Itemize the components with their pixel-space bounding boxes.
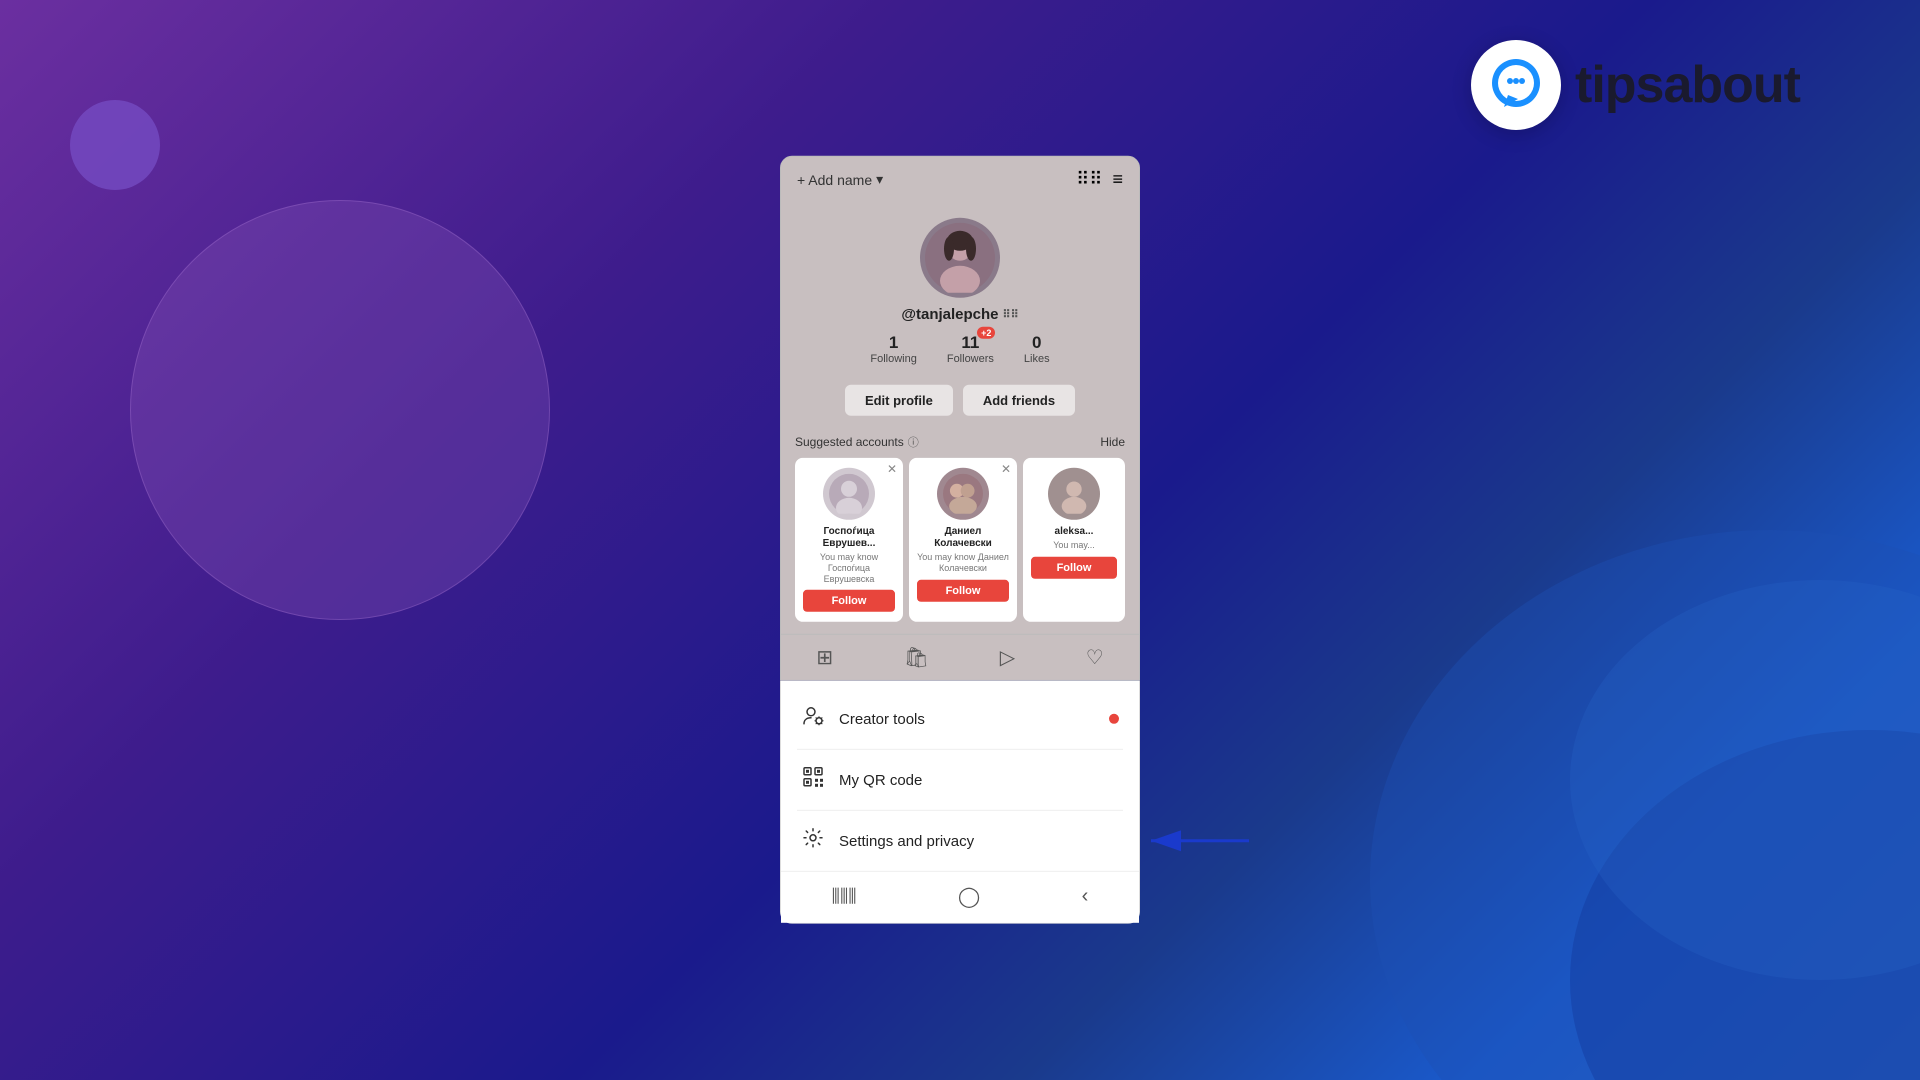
video-nav-icon[interactable]: ▷ xyxy=(1000,645,1015,670)
grid-nav-icon[interactable]: ⊞ xyxy=(816,645,833,670)
edit-profile-button[interactable]: Edit profile xyxy=(845,385,953,416)
brand-name: tipsabout xyxy=(1575,55,1800,115)
profile-bottom-nav: ⊞ 🛍 ▷ ♡ xyxy=(781,634,1139,680)
suggested-cards-container: ✕ Госпоѓица Еврушев... You may know Госп… xyxy=(781,458,1139,634)
suggestion-sub-1: You may know Госпоѓица Еврушевска xyxy=(803,552,895,584)
creator-tools-menu-item[interactable]: Creator tools xyxy=(781,689,1139,749)
username-text: @tanjalepche xyxy=(901,306,998,323)
default-avatar-icon xyxy=(829,474,869,514)
suggestion-name-1: Госпоѓица Еврушев... xyxy=(803,526,895,550)
my-qr-code-menu-item[interactable]: My QR code xyxy=(781,750,1139,810)
hide-suggested-button[interactable]: Hide xyxy=(1100,435,1125,449)
phone-mockup: + Add name ▾ ⠿⠿ ≡ xyxy=(780,156,1140,924)
profile-action-buttons: Edit profile Add friends xyxy=(845,385,1075,416)
shop-nav-icon[interactable]: 🛍 xyxy=(904,645,929,670)
top-icon-group: ⠿⠿ ≡ xyxy=(1076,169,1123,190)
stat-following: 1 Following xyxy=(870,333,916,365)
suggestion-name-3: aleksa... xyxy=(1055,526,1094,538)
close-card-2-button[interactable]: ✕ xyxy=(1001,462,1011,476)
qr-squares-icon xyxy=(801,766,825,794)
following-label: Following xyxy=(870,353,916,365)
suggestion-avatar-1 xyxy=(823,468,875,520)
settings-privacy-menu-item[interactable]: Settings and privacy xyxy=(781,811,1139,871)
android-back-icon[interactable]: ‹ xyxy=(1082,885,1089,908)
followers-count: 11 +2 xyxy=(961,333,979,353)
qr-indicator: ⠿⠿ xyxy=(1003,308,1019,321)
couple-avatar-icon xyxy=(943,474,983,514)
followers-badge: +2 xyxy=(977,327,995,339)
logo-icon-circle xyxy=(1471,40,1561,130)
stats-row: 1 Following 11 +2 Followers 0 Likes xyxy=(870,333,1049,365)
android-nav-bar: ⫼⫼⫼ ◯ ‹ xyxy=(781,871,1139,923)
gear-icon xyxy=(801,827,825,855)
creator-tools-label: Creator tools xyxy=(839,711,925,728)
settings-privacy-label: Settings and privacy xyxy=(839,833,974,850)
android-home-icon[interactable]: ◯ xyxy=(958,884,980,909)
likes-count: 0 xyxy=(1032,333,1041,353)
top-bar: + Add name ▾ ⠿⠿ ≡ xyxy=(781,157,1139,202)
stat-likes: 0 Likes xyxy=(1024,333,1050,365)
stat-followers[interactable]: 11 +2 Followers xyxy=(947,333,994,365)
qr-code-icon[interactable]: ⠿⠿ xyxy=(1076,169,1102,190)
my-qr-code-label: My QR code xyxy=(839,772,922,789)
suggestion-avatar-2 xyxy=(937,468,989,520)
follow-button-3[interactable]: Follow xyxy=(1031,557,1117,579)
follow-button-2[interactable]: Follow xyxy=(917,579,1009,601)
suggestion-sub-3: You may... xyxy=(1053,540,1095,551)
heart-nav-icon[interactable]: ♡ xyxy=(1086,645,1104,670)
chevron-down-icon: ▾ xyxy=(876,171,883,188)
menu-drawer: Creator tools My QR code xyxy=(780,681,1140,924)
suggestion-card-2: ✕ Даниел Колачевски You may know Даниел … xyxy=(909,458,1017,622)
decorative-circle-large xyxy=(130,200,550,620)
avatar xyxy=(920,218,1000,298)
username-display: @tanjalepche ⠿⠿ xyxy=(901,306,1018,323)
hamburger-menu-icon[interactable]: ≡ xyxy=(1112,169,1123,190)
creator-tools-dot xyxy=(1109,714,1119,724)
partial-avatar-icon xyxy=(1054,474,1094,514)
decorative-circle-small xyxy=(70,100,160,190)
suggestion-card-3: aleksa... You may... Follow xyxy=(1023,458,1125,622)
follow-button-1[interactable]: Follow xyxy=(803,590,895,612)
wave-decoration xyxy=(1220,480,1920,1080)
add-name-label: + Add name xyxy=(797,171,872,187)
likes-label: Likes xyxy=(1024,353,1050,365)
following-count: 1 xyxy=(889,333,898,353)
suggestion-name-2: Даниел Колачевски xyxy=(917,526,1009,550)
arrow-annotation xyxy=(1139,826,1249,856)
suggested-accounts-header: Suggested accounts ⓘ Hide xyxy=(781,426,1139,458)
suggestion-avatar-3 xyxy=(1048,468,1100,520)
suggestion-sub-2: You may know Даниел Колачевски xyxy=(917,552,1009,574)
chat-bubble-icon xyxy=(1486,55,1546,115)
person-gear-icon xyxy=(801,705,825,733)
suggestion-card-1: ✕ Госпоѓица Еврушев... You may know Госп… xyxy=(795,458,903,622)
close-card-1-button[interactable]: ✕ xyxy=(887,462,897,476)
android-bars-icon[interactable]: ⫼⫼⫼ xyxy=(832,886,857,907)
suggested-title: Suggested accounts ⓘ xyxy=(795,434,919,450)
add-friends-button[interactable]: Add friends xyxy=(963,385,1075,416)
add-name-button[interactable]: + Add name ▾ xyxy=(797,171,883,188)
phone-top-section: + Add name ▾ ⠿⠿ ≡ xyxy=(780,156,1140,681)
tipsabout-logo: tipsabout xyxy=(1471,40,1800,130)
info-icon: ⓘ xyxy=(908,434,919,450)
profile-section: @tanjalepche ⠿⠿ 1 Following 11 +2 Follow… xyxy=(781,202,1139,426)
followers-label: Followers xyxy=(947,353,994,365)
avatar-image xyxy=(925,223,995,293)
